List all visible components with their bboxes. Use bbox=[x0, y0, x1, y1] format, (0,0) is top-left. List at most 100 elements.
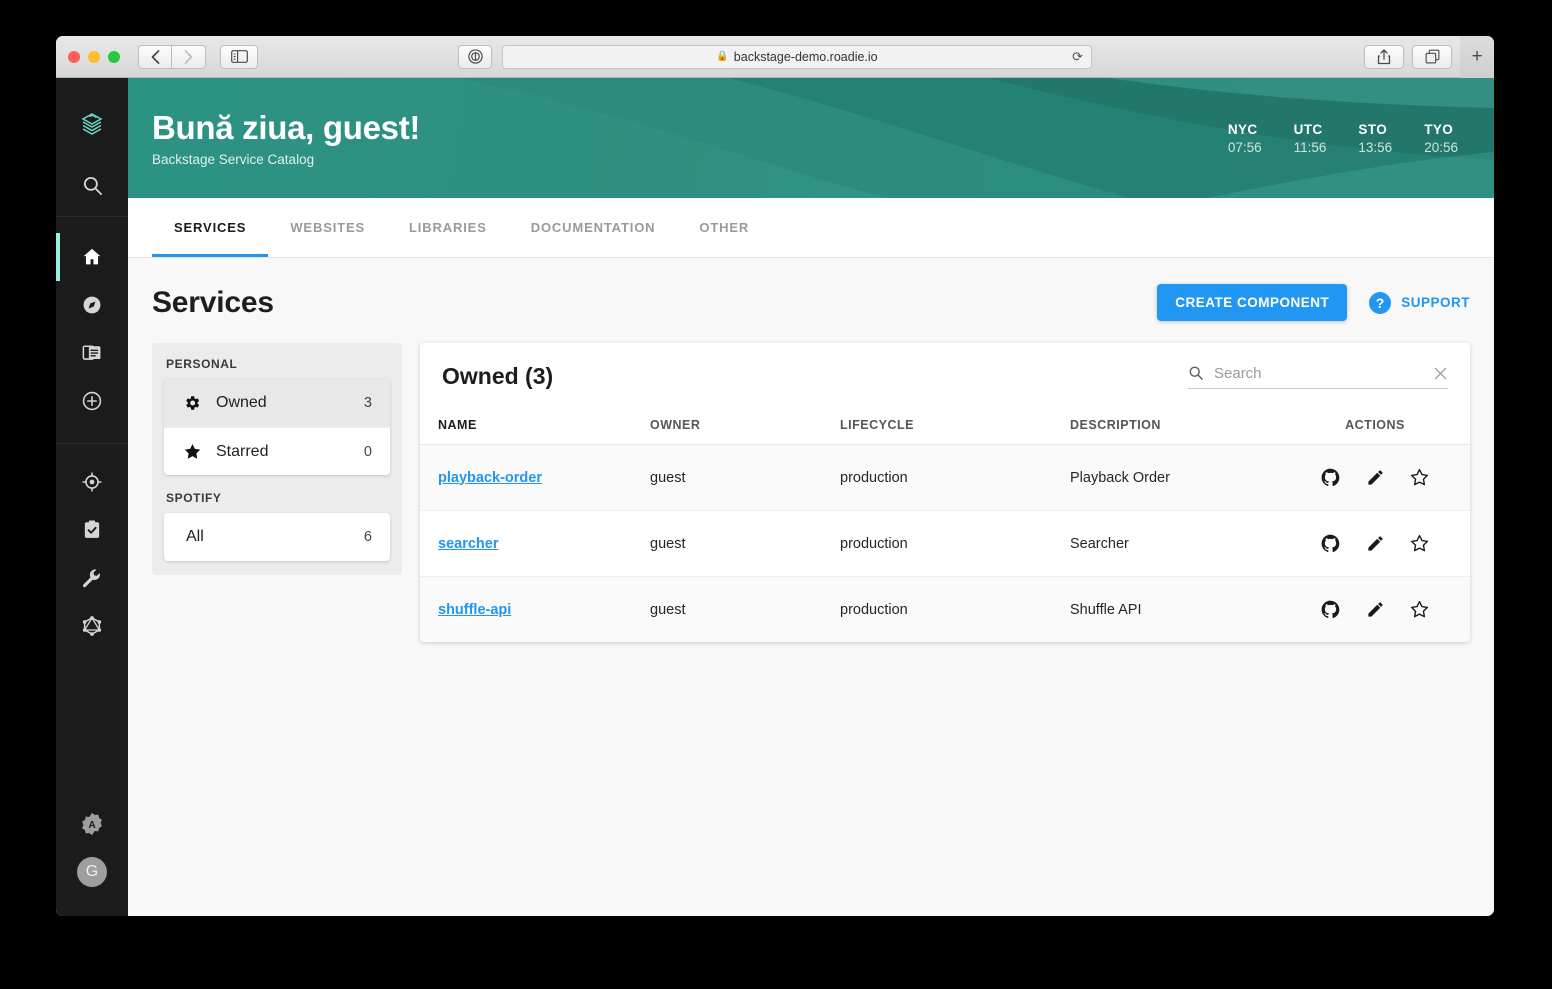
sidebar-item-graphiql[interactable] bbox=[56, 602, 128, 650]
column-header-name[interactable]: NAME bbox=[420, 408, 650, 445]
search-icon bbox=[1188, 365, 1204, 381]
tab-libraries[interactable]: LIBRARIES bbox=[387, 198, 509, 257]
star-outline-icon[interactable] bbox=[1399, 467, 1439, 488]
search-input[interactable] bbox=[1214, 364, 1423, 382]
welcome-banner: Bună ziua, guest! Backstage Service Cata… bbox=[128, 78, 1494, 198]
column-header-description[interactable]: DESCRIPTION bbox=[1070, 408, 1280, 445]
sidebar-item-tech-insights[interactable] bbox=[56, 506, 128, 554]
tab-websites[interactable]: WEBSITES bbox=[268, 198, 387, 257]
search-box[interactable] bbox=[1188, 364, 1448, 389]
address-bar-text: 🔒 backstage-demo.roadie.io bbox=[716, 50, 877, 64]
sidebar-toggle-button[interactable] bbox=[220, 44, 258, 69]
filter-item-count: 3 bbox=[363, 395, 372, 411]
avatar: G bbox=[77, 857, 107, 887]
back-button[interactable] bbox=[138, 44, 172, 69]
backstage-logo[interactable] bbox=[75, 96, 109, 154]
star-outline-icon[interactable] bbox=[1399, 533, 1439, 554]
catalog-table-card: Owned (3) Search NAME OWNER LIFECYCLE DE… bbox=[420, 343, 1470, 642]
sidebar-item-search[interactable] bbox=[82, 154, 103, 216]
table-header: Owned (3) bbox=[420, 343, 1470, 408]
window-traffic-lights bbox=[68, 50, 120, 63]
support-link[interactable]: ? SUPPORT bbox=[1369, 291, 1470, 314]
filter-item-starred[interactable]: Starred 0 bbox=[164, 427, 390, 475]
toolbar-right-actions: + bbox=[1364, 36, 1494, 78]
close-window-button[interactable] bbox=[68, 50, 80, 63]
main-region: Services CREATE COMPONENT ? SUPPORT PERS… bbox=[128, 258, 1494, 916]
new-tab-button[interactable]: + bbox=[1460, 36, 1494, 78]
cell-name: shuffle-api bbox=[420, 576, 650, 642]
home-icon bbox=[81, 246, 103, 268]
sidebar-item-explore[interactable] bbox=[56, 281, 128, 329]
cell-actions bbox=[1280, 444, 1470, 511]
table-row[interactable]: searcher guest production Searcher bbox=[420, 510, 1470, 577]
close-icon[interactable] bbox=[1433, 366, 1448, 381]
github-icon[interactable] bbox=[1311, 533, 1351, 554]
clock-tyo: TYO 20:56 bbox=[1424, 122, 1458, 155]
sidebar-item-create[interactable] bbox=[56, 377, 128, 425]
maximize-window-button[interactable] bbox=[108, 50, 120, 63]
sidebar-item-tech-radar[interactable] bbox=[56, 458, 128, 506]
sidebar-secondary-group bbox=[56, 444, 128, 650]
banner-subtitle: Backstage Service Catalog bbox=[152, 151, 315, 167]
reader-view-button[interactable] bbox=[458, 44, 492, 69]
catalog-table: NAME OWNER LIFECYCLE DESCRIPTION ACTIONS bbox=[420, 408, 1470, 642]
forward-button[interactable] bbox=[172, 44, 206, 69]
sidebar-item-home[interactable] bbox=[56, 233, 128, 281]
navigation-buttons bbox=[138, 44, 206, 69]
chevron-right-icon bbox=[184, 49, 193, 64]
clock-time: 20:56 bbox=[1424, 139, 1458, 155]
edit-pencil-icon[interactable] bbox=[1355, 600, 1395, 619]
share-button[interactable] bbox=[1364, 44, 1404, 69]
target-icon bbox=[81, 471, 103, 493]
address-bar[interactable]: 🔒 backstage-demo.roadie.io ⟳ bbox=[502, 44, 1092, 69]
cell-name: searcher bbox=[420, 510, 650, 577]
reload-button[interactable]: ⟳ bbox=[1072, 49, 1083, 65]
cell-lifecycle: production bbox=[840, 576, 1070, 642]
tab-services[interactable]: SERVICES bbox=[152, 198, 269, 257]
table-row[interactable]: playback-order guest production Playback… bbox=[420, 444, 1470, 511]
github-icon[interactable] bbox=[1311, 599, 1351, 620]
clock-sto: STO 13:56 bbox=[1358, 122, 1392, 155]
sidebar-item-docs[interactable] bbox=[56, 329, 128, 377]
url-bar-container: 🔒 backstage-demo.roadie.io ⟳ bbox=[56, 44, 1494, 69]
filter-item-all[interactable]: All 6 bbox=[164, 513, 390, 561]
app-sidebar: A G bbox=[56, 78, 128, 916]
services-heading: Services bbox=[152, 285, 274, 319]
cell-lifecycle: production bbox=[840, 444, 1070, 511]
sidebar-item-settings[interactable]: A bbox=[56, 800, 128, 848]
component-link[interactable]: playback-order bbox=[438, 470, 542, 486]
tab-other[interactable]: OTHER bbox=[677, 198, 771, 257]
tabs-overview-icon bbox=[1425, 49, 1439, 64]
star-outline-icon[interactable] bbox=[1399, 599, 1439, 620]
table-row[interactable]: shuffle-api guest production Shuffle API bbox=[420, 576, 1470, 642]
clock-utc: UTC 11:56 bbox=[1294, 122, 1327, 155]
docs-icon bbox=[81, 342, 103, 364]
clock-label: UTC bbox=[1293, 121, 1323, 137]
table-title: Owned (3) bbox=[442, 363, 554, 389]
sidebar-item-tools[interactable] bbox=[56, 554, 128, 602]
column-header-owner[interactable]: OWNER bbox=[650, 408, 840, 445]
filter-item-count: 0 bbox=[363, 443, 372, 460]
filter-item-owned[interactable]: Owned 3 bbox=[164, 379, 390, 427]
edit-pencil-icon[interactable] bbox=[1355, 468, 1395, 487]
settings-letter: A bbox=[88, 820, 96, 831]
chevron-left-icon bbox=[151, 49, 159, 64]
tabs-overview-button[interactable] bbox=[1412, 44, 1452, 69]
support-label: SUPPORT bbox=[1401, 295, 1470, 310]
tab-documentation[interactable]: DOCUMENTATION bbox=[509, 198, 678, 257]
clock-nyc: NYC 07:56 bbox=[1228, 122, 1262, 155]
component-link[interactable]: searcher bbox=[438, 536, 498, 552]
plus-circle-icon bbox=[81, 390, 103, 412]
browser-window: 🔒 backstage-demo.roadie.io ⟳ + A G Bună … bbox=[56, 36, 1494, 916]
cell-actions bbox=[1280, 576, 1470, 642]
component-link[interactable]: shuffle-api bbox=[438, 602, 511, 618]
world-clocks: NYC 07:56 UTC 11:56 STO 13:56 TYO 20:56 bbox=[1228, 122, 1458, 155]
create-component-button[interactable]: CREATE COMPONENT bbox=[1157, 284, 1348, 321]
column-header-lifecycle[interactable]: LIFECYCLE bbox=[840, 408, 1070, 445]
github-icon[interactable] bbox=[1311, 467, 1351, 488]
table-head-row: NAME OWNER LIFECYCLE DESCRIPTION ACTIONS bbox=[420, 408, 1470, 445]
user-avatar-button[interactable]: G bbox=[56, 848, 128, 896]
filter-item-label: All bbox=[186, 528, 204, 545]
minimize-window-button[interactable] bbox=[88, 50, 100, 63]
edit-pencil-icon[interactable] bbox=[1355, 534, 1395, 553]
